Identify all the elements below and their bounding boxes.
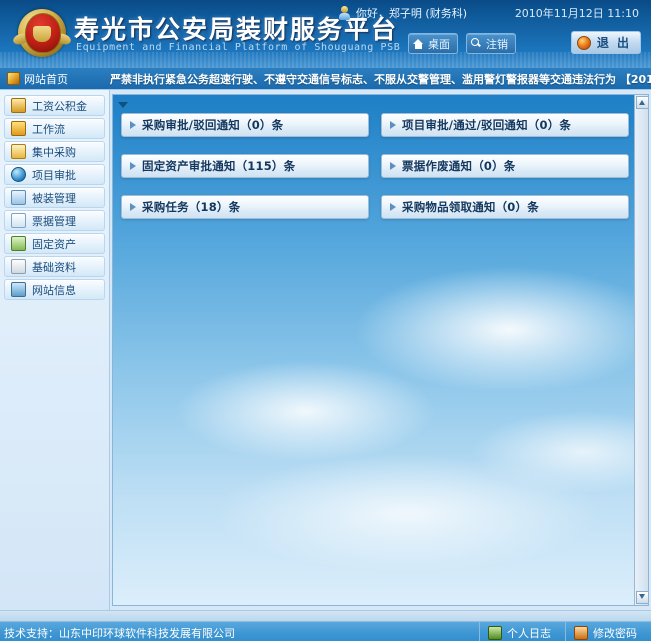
website-icon (11, 282, 26, 297)
arrow-right-icon (130, 121, 136, 129)
panel-label: 票据作废通知（0）条 (402, 159, 516, 173)
panel-label: 项目审批/通过/驳回通知（0）条 (402, 118, 572, 132)
police-emblem-icon (11, 4, 73, 62)
panel-fixed-asset-approval[interactable]: 固定资产审批通知（115）条 (121, 154, 369, 178)
footer-divider (0, 610, 651, 621)
desktop-button[interactable]: 桌面 (408, 33, 458, 54)
sidebar-item-basic-data[interactable]: 基础资料 (4, 256, 105, 277)
sidebar-item-salary-fund[interactable]: 工资公积金 (4, 95, 105, 116)
personal-log-button[interactable]: 个人日志 (479, 622, 565, 641)
sidebar-item-label: 集中采购 (32, 145, 76, 159)
sidebar-item-label: 基础资料 (32, 260, 76, 274)
panel-purchase-approval-reject[interactable]: 采购审批/驳回通知（0）条 (121, 113, 369, 137)
panel-purchase-task[interactable]: 采购任务（18）条 (121, 195, 369, 219)
panel-purchase-item-pickup[interactable]: 采购物品领取通知（0）条 (381, 195, 629, 219)
sidebar-item-project-approval[interactable]: 项目审批 (4, 164, 105, 185)
sidebar-item-label: 被装管理 (32, 191, 76, 205)
asset-icon (11, 236, 26, 251)
sidebar: 工资公积金 工作流 集中采购 项目审批 被装管理 票据管理 固定资产 基础资料 … (0, 90, 110, 610)
panel-label: 采购审批/驳回通知（0）条 (142, 118, 284, 132)
user-greeting: 你好，郑子明 (财务科) (355, 7, 467, 20)
sidebar-item-workflow[interactable]: 工作流 (4, 118, 105, 139)
personal-log-label: 个人日志 (507, 627, 551, 640)
key-icon (574, 626, 588, 640)
scroll-down-arrow-icon[interactable] (636, 591, 648, 604)
workflow-icon (11, 121, 26, 136)
house-icon (7, 72, 20, 85)
logout-button[interactable]: 注销 (466, 33, 516, 54)
power-icon (576, 35, 591, 50)
panel-label: 固定资产审批通知（115）条 (142, 159, 296, 173)
change-password-label: 修改密码 (593, 627, 637, 640)
chevron-down-icon[interactable] (116, 98, 132, 112)
status-bar: 技术支持：山东中印环球软件科技发展有限公司 个人日志 修改密码 (0, 621, 651, 641)
document-icon (11, 259, 26, 274)
content-scrollbar[interactable] (634, 95, 648, 605)
sidebar-item-label: 票据管理 (32, 214, 76, 228)
main-content: 采购审批/驳回通知（0）条 项目审批/通过/驳回通知（0）条 固定资产审批通知（… (112, 94, 649, 606)
app-header: 寿光市公安局装财服务平台 Equipment and Financial Pla… (0, 0, 651, 68)
site-home-label: 网站首页 (24, 72, 68, 86)
home-icon (413, 38, 424, 49)
site-home-link[interactable]: 网站首页 (0, 71, 110, 87)
panel-label: 采购物品领取通知（0）条 (402, 200, 539, 214)
arrow-right-icon (130, 162, 136, 170)
arrow-right-icon (390, 121, 396, 129)
user-greeting-group: 你好，郑子明 (财务科) (338, 5, 467, 21)
header-nav-buttons: 桌面 注销 (408, 33, 516, 54)
user-icon (338, 6, 351, 20)
logout-button-label: 注销 (486, 37, 508, 51)
magnifier-icon (471, 38, 482, 49)
panel-bill-void-notice[interactable]: 票据作废通知（0）条 (381, 154, 629, 178)
scroll-up-arrow-icon[interactable] (636, 96, 648, 109)
sidebar-item-label: 项目审批 (32, 168, 76, 182)
tech-support-text: 技术支持：山东中印环球软件科技发展有限公司 (4, 627, 235, 640)
sidebar-item-bill-management[interactable]: 票据管理 (4, 210, 105, 231)
people-icon (488, 626, 502, 640)
notification-panel-grid: 采购审批/驳回通知（0）条 项目审批/通过/驳回通知（0）条 固定资产审批通知（… (121, 113, 629, 219)
sidebar-item-label: 网站信息 (32, 283, 76, 297)
body-area: 工资公积金 工作流 集中采购 项目审批 被装管理 票据管理 固定资产 基础资料 … (0, 90, 651, 610)
wallet-icon (11, 98, 26, 113)
notice-marquee: 严禁非执行紧急公务超速行驶、不遵守交通信号标志、不服从交警管理、滥用警灯警报器等… (110, 72, 651, 86)
panel-project-approval-pass-reject[interactable]: 项目审批/通过/驳回通知（0）条 (381, 113, 629, 137)
sidebar-item-fixed-assets[interactable]: 固定资产 (4, 233, 105, 254)
notice-bar: 网站首页 严禁非执行紧急公务超速行驶、不遵守交通信号标志、不服从交警管理、滥用警… (0, 68, 651, 90)
app-title-en: Equipment and Financial Platform of Shou… (76, 42, 401, 53)
header-datetime: 2010年11月12日 11:10 (514, 7, 639, 20)
sidebar-item-centralized-procurement[interactable]: 集中采购 (4, 141, 105, 162)
exit-button[interactable]: 退 出 (570, 31, 641, 54)
arrow-right-icon (390, 203, 396, 211)
panel-label: 采购任务（18）条 (142, 200, 241, 214)
cart-icon (11, 144, 26, 159)
globe-icon (11, 167, 26, 182)
sidebar-item-website-info[interactable]: 网站信息 (4, 279, 105, 300)
arrow-right-icon (390, 162, 396, 170)
application-window: 寿光市公安局装财服务平台 Equipment and Financial Pla… (0, 0, 651, 641)
exit-button-label: 退 出 (596, 36, 631, 50)
arrow-right-icon (130, 203, 136, 211)
sidebar-item-label: 工作流 (32, 122, 65, 136)
sidebar-item-clothing-management[interactable]: 被装管理 (4, 187, 105, 208)
change-password-button[interactable]: 修改密码 (565, 622, 651, 641)
desktop-button-label: 桌面 (428, 37, 450, 51)
bill-icon (11, 213, 26, 228)
sidebar-item-label: 固定资产 (32, 237, 76, 251)
clothing-icon (11, 190, 26, 205)
sidebar-item-label: 工资公积金 (32, 99, 87, 113)
